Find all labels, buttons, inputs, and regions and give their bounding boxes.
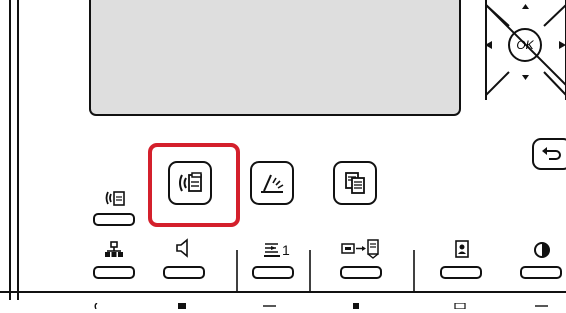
back-arrow-icon bbox=[542, 147, 561, 160]
lcd-screen bbox=[89, 0, 461, 116]
copy-icon bbox=[345, 172, 365, 194]
contrast-slot-button[interactable] bbox=[520, 266, 562, 279]
arrow-down-icon bbox=[522, 75, 529, 80]
address-book-slot-button[interactable] bbox=[93, 266, 135, 279]
fax-button[interactable] bbox=[168, 161, 212, 205]
fax-mode-icon bbox=[104, 189, 126, 207]
contrast-icon bbox=[532, 240, 552, 260]
arrow-right-icon bbox=[559, 41, 566, 49]
id-card-copy-icon bbox=[453, 238, 471, 260]
scan-to-document-slot-button[interactable] bbox=[340, 266, 382, 279]
scan-button[interactable] bbox=[250, 161, 294, 205]
scan-to-document-icon bbox=[340, 238, 380, 260]
ok-button[interactable]: OK bbox=[508, 28, 542, 62]
cropped-bottom-symbols bbox=[0, 294, 566, 310]
scan-icon bbox=[261, 174, 284, 193]
speaker-slot-button[interactable] bbox=[163, 266, 205, 279]
paper-tray-slot-button[interactable] bbox=[252, 266, 294, 279]
fax-icon bbox=[179, 172, 202, 192]
id-card-copy-slot-button[interactable] bbox=[440, 266, 482, 279]
fax-mode-slot-button[interactable] bbox=[93, 213, 135, 226]
arrow-up-icon bbox=[522, 4, 529, 9]
address-book-icon bbox=[103, 240, 125, 260]
paper-tray-number: 1 bbox=[282, 242, 290, 258]
copy-button[interactable] bbox=[333, 161, 377, 205]
back-button[interactable] bbox=[532, 138, 566, 170]
speaker-icon bbox=[173, 238, 193, 258]
paper-tray-icon bbox=[262, 240, 282, 260]
ok-label: OK bbox=[516, 38, 534, 52]
